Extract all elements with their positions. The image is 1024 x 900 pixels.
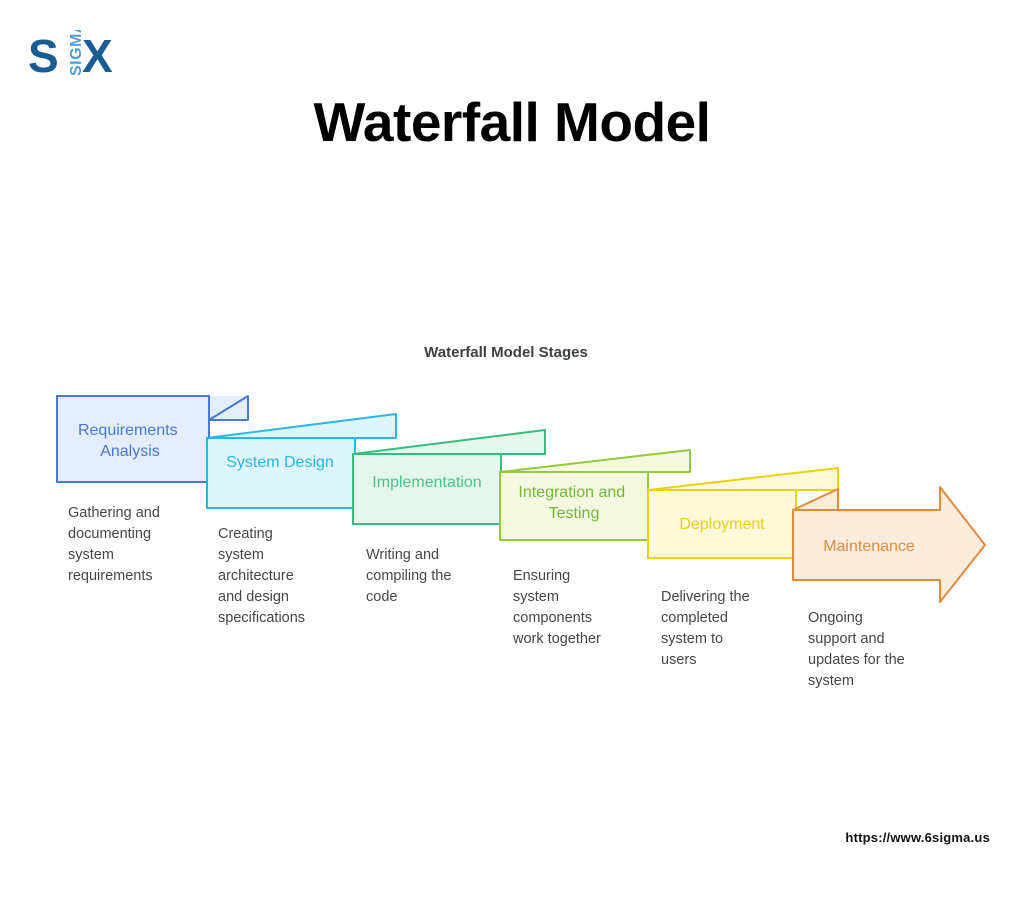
stage-description-implementation: Writing and compiling the code xyxy=(366,547,452,605)
stage-label-system-design: System Design xyxy=(226,454,334,471)
stage-description-integration-testing: Ensuring system components work together xyxy=(513,568,601,647)
stage-description-requirements-analysis: Gathering and documenting system require… xyxy=(68,505,160,584)
stage-description-maintenance: Ongoing support and updates for the syst… xyxy=(808,610,905,689)
waterfall-stages-diagram: Requirements Analysis System Design Impl… xyxy=(0,0,1024,900)
stage-description-deployment: Delivering the completed system to users xyxy=(661,589,750,668)
footer-url[interactable]: https://www.6sigma.us xyxy=(845,830,990,845)
infographic-page: S SIGMA X Waterfall Model Waterfall Mode… xyxy=(0,0,1024,900)
stage-description-system-design: Creating system architecture and design … xyxy=(218,526,306,626)
stage-label-deployment: Deployment xyxy=(679,516,765,533)
stage-label-implementation: Implementation xyxy=(372,474,481,491)
stage-label-maintenance: Maintenance xyxy=(823,538,915,555)
